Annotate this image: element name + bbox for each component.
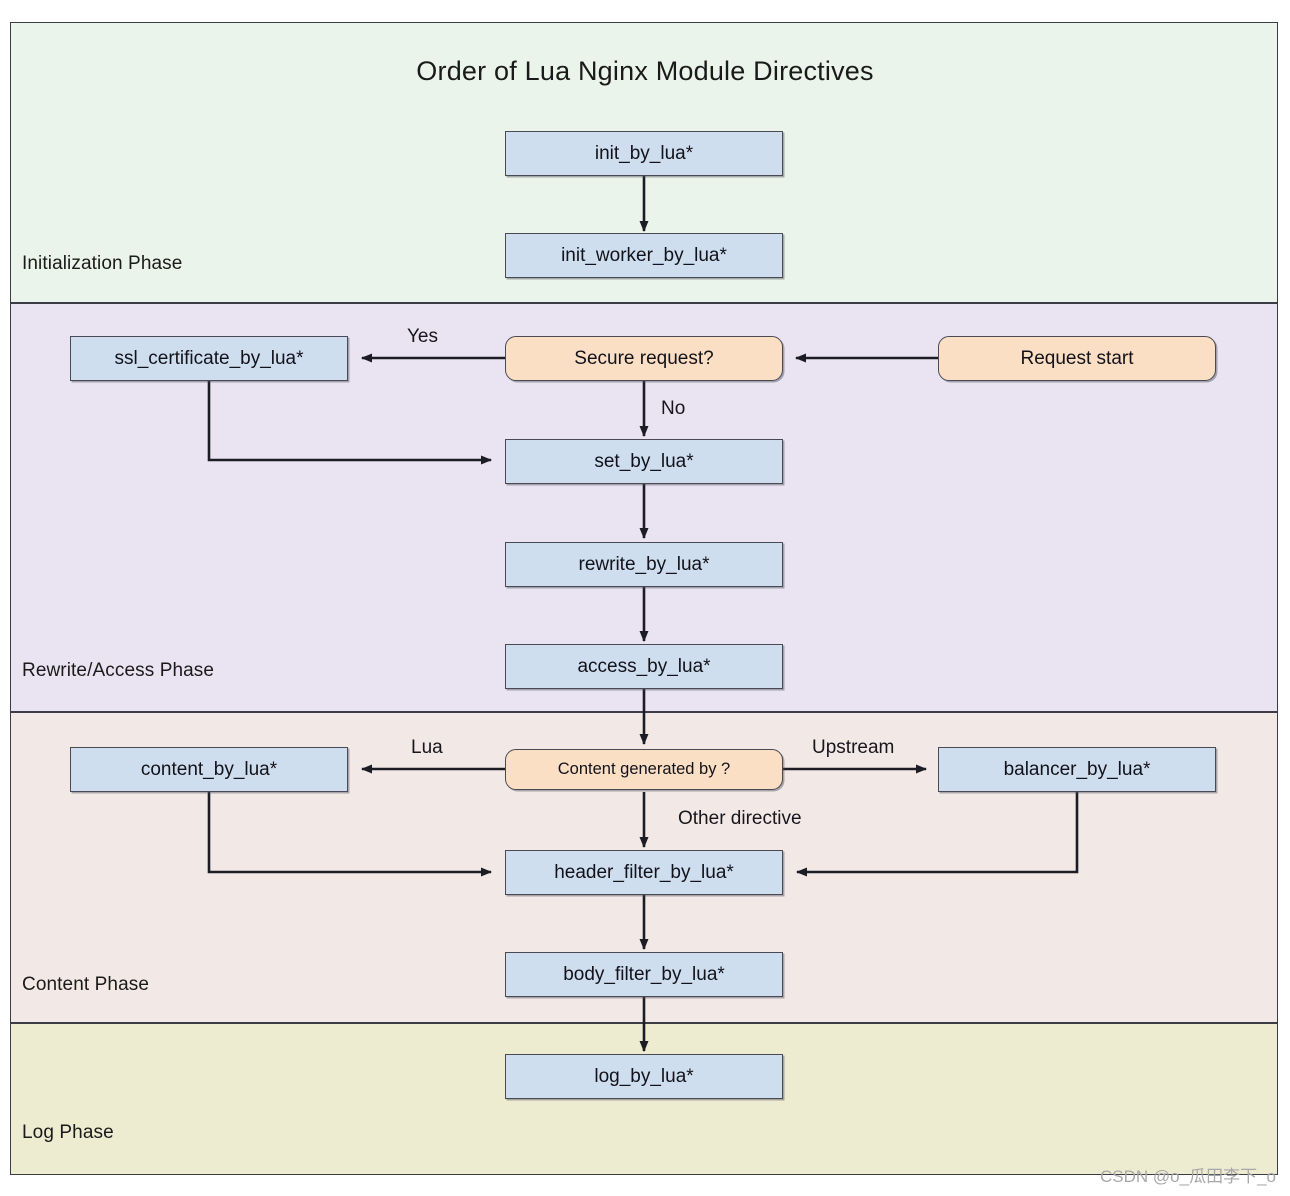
diagram-title: Order of Lua Nginx Module Directives [416,56,874,86]
edge-label-other-directive: Other directive [678,808,802,829]
node-request-start[interactable]: Request start [938,336,1216,381]
node-ssl-certificate-by-lua[interactable]: ssl_certificate_by_lua* [70,336,348,381]
node-secure-request[interactable]: Secure request? [505,336,783,381]
node-init-worker-by-lua[interactable]: init_worker_by_lua* [505,233,783,278]
phase-label-initialization: Initialization Phase [22,253,183,274]
phase-label-rewrite-access: Rewrite/Access Phase [22,660,215,681]
node-balancer-by-lua[interactable]: balancer_by_lua* [938,747,1216,792]
phase-band-log [10,1023,1278,1175]
edge-label-upstream: Upstream [812,737,895,758]
phase-label-log: Log Phase [22,1122,114,1143]
node-log-by-lua[interactable]: log_by_lua* [505,1054,783,1099]
node-set-by-lua[interactable]: set_by_lua* [505,439,783,484]
flowchart-canvas: Initialization Phase Rewrite/Access Phas… [0,0,1290,1196]
node-rewrite-by-lua[interactable]: rewrite_by_lua* [505,542,783,587]
csdn-watermark: CSDN @o_瓜田李下_o [1100,1167,1276,1186]
node-content-by-lua[interactable]: content_by_lua* [70,747,348,792]
edge-label-lua: Lua [411,737,443,758]
node-content-generated-by[interactable]: Content generated by ? [505,749,783,790]
node-init-by-lua[interactable]: init_by_lua* [505,131,783,176]
phase-label-content: Content Phase [22,974,149,995]
node-header-filter-by-lua[interactable]: header_filter_by_lua* [505,850,783,895]
node-access-by-lua[interactable]: access_by_lua* [505,644,783,689]
edge-label-yes: Yes [407,326,438,347]
edge-label-no: No [661,398,686,419]
node-body-filter-by-lua[interactable]: body_filter_by_lua* [505,952,783,997]
